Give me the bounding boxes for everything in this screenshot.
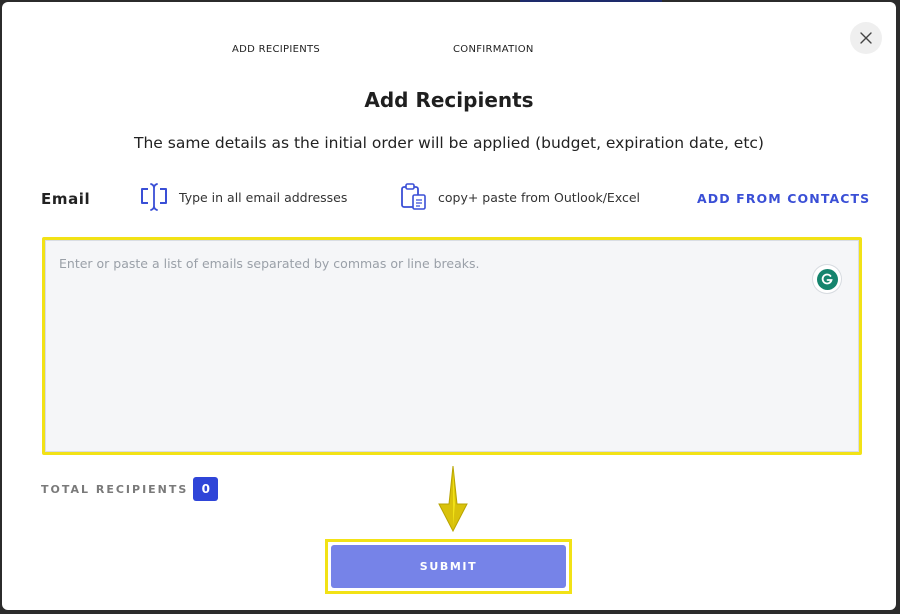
add-recipients-modal: ADD RECIPIENTS CONFIRMATION Add Recipien… — [2, 2, 896, 610]
modal-title: Add Recipients — [364, 88, 534, 112]
recipients-count-badge: 0 — [193, 477, 219, 501]
grammarly-icon — [816, 268, 838, 290]
method-paste-label: copy+ paste from Outlook/Excel — [438, 189, 641, 205]
arrow-down-icon — [438, 465, 468, 533]
email-list-input[interactable] — [45, 240, 859, 452]
grammarly-button[interactable] — [813, 265, 841, 293]
clipboard-icon — [401, 183, 426, 210]
method-type-label: Type in all email addresses — [179, 189, 348, 205]
email-input-highlight — [42, 237, 862, 455]
total-recipients: TOTAL RECIPIENTS 0 — [41, 477, 219, 501]
submit-highlight: SUBMIT — [325, 539, 572, 594]
email-label: Email — [41, 190, 91, 208]
total-recipients-label: TOTAL RECIPIENTS — [41, 482, 189, 496]
submit-button[interactable]: SUBMIT — [331, 545, 566, 588]
email-method-row: Email Type in all email addresses copy+ … — [2, 182, 896, 216]
text-cursor-icon — [141, 183, 167, 211]
step-add-recipients: ADD RECIPIENTS — [232, 44, 321, 55]
method-paste: copy+ paste from Outlook/Excel — [398, 182, 640, 212]
modal-subtitle: The same details as the initial order wi… — [134, 134, 764, 152]
step-confirmation: CONFIRMATION — [453, 44, 534, 55]
method-type: Type in all email addresses — [139, 182, 347, 212]
close-icon — [860, 32, 872, 44]
add-from-contacts-link[interactable]: ADD FROM CONTACTS — [697, 191, 870, 206]
stepper: ADD RECIPIENTS CONFIRMATION — [2, 44, 896, 58]
